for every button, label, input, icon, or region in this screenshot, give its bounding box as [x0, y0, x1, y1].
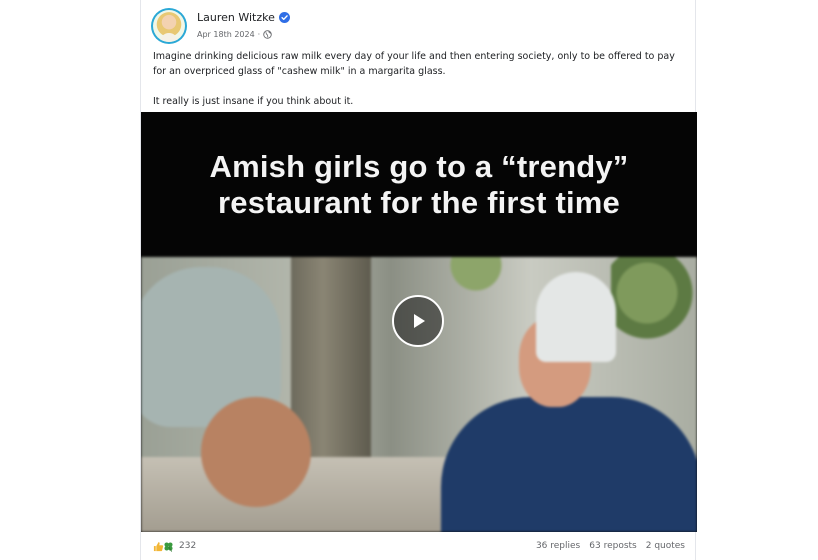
- thumbnail-plant: [441, 257, 511, 297]
- video-caption-line: restaurant for the first time: [218, 184, 620, 220]
- thumbnail-plant: [611, 257, 697, 347]
- quotes-count[interactable]: 2 quotes: [646, 541, 685, 551]
- play-icon: [414, 314, 425, 328]
- clover-icon: [163, 541, 174, 552]
- thumbnail-dress-right: [441, 397, 697, 532]
- globe-icon: [263, 29, 272, 39]
- verified-badge-icon: [278, 11, 290, 23]
- reactions[interactable]: 232: [153, 541, 196, 552]
- avatar[interactable]: [151, 8, 187, 44]
- post-date[interactable]: Apr 18th 2024: [197, 30, 255, 39]
- author-row: Lauren Witzke: [197, 8, 290, 26]
- post-paragraph: Imagine drinking delicious raw milk ever…: [153, 51, 678, 77]
- reaction-count: 232: [179, 541, 197, 551]
- video-caption-banner: Amish girls go to a “trendy” restaurant …: [141, 112, 697, 257]
- post-subline: Apr 18th 2024 ·: [197, 27, 290, 41]
- post-footer: 232 36 replies 63 reposts 2 quotes: [141, 532, 697, 560]
- author-name[interactable]: Lauren Witzke: [197, 11, 275, 24]
- post-header: Lauren Witzke Apr 18th 2024 ·: [151, 8, 290, 44]
- video-caption-line: Amish girls go to a “trendy”: [209, 148, 629, 184]
- avatar-image: [153, 10, 185, 42]
- replies-count[interactable]: 36 replies: [536, 541, 580, 551]
- video-player[interactable]: Amish girls go to a “trendy” restaurant …: [141, 112, 697, 532]
- post-card: Lauren Witzke Apr 18th 2024 · Imagine dr…: [140, 0, 697, 560]
- reposts-count[interactable]: 63 reposts: [589, 541, 636, 551]
- thumbnail-hair-left: [201, 397, 311, 507]
- play-button[interactable]: [392, 295, 444, 347]
- post-stats: 36 replies 63 reposts 2 quotes: [536, 541, 685, 551]
- author-meta: Lauren Witzke Apr 18th 2024 ·: [197, 8, 290, 44]
- post-paragraph: It really is just insane if you think ab…: [153, 96, 354, 107]
- separator-dot: ·: [257, 29, 261, 39]
- thumbnail-bonnet-right: [536, 272, 616, 362]
